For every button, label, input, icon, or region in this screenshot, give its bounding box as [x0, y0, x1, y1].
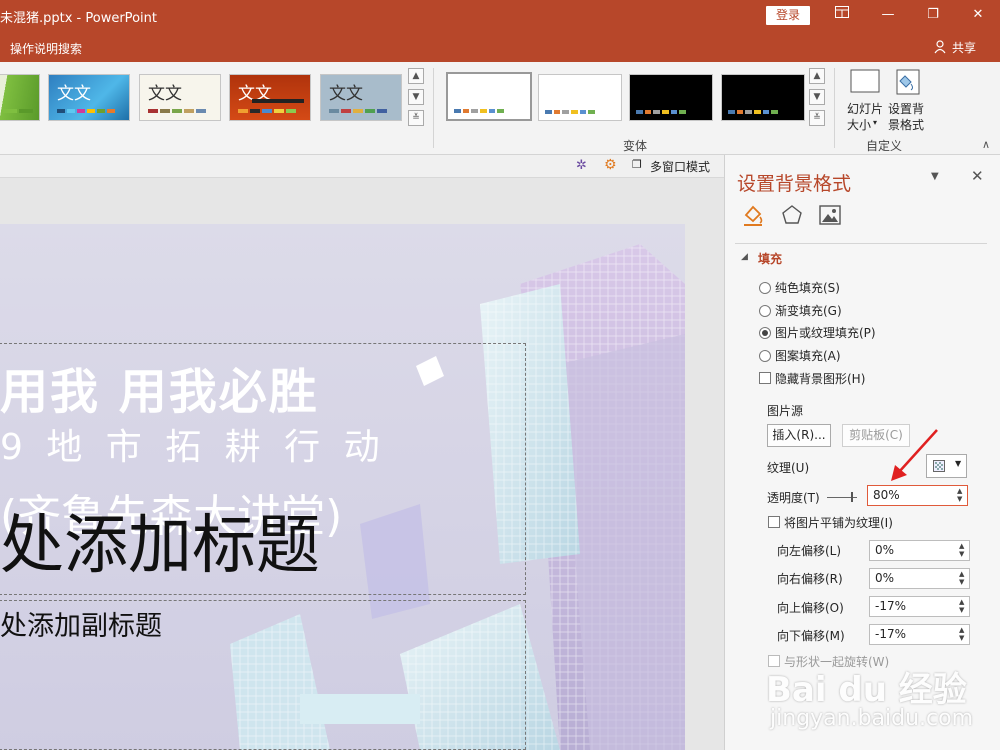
tell-me-search[interactable]: 操作说明搜索 [10, 40, 82, 57]
format-background-pane: 设置背景格式 ▼ ✕ ◢ 填充 纯色填充(S) 渐变填充(G) 图片或纹理填充(… [724, 155, 1000, 750]
baidu-watermark-logo: Bai du 经验 [766, 670, 967, 710]
format-background-icon [896, 69, 920, 95]
hide-bg-graphics-checkbox[interactable] [759, 372, 771, 384]
theme-thumb-2[interactable]: 文文 [48, 74, 130, 121]
login-button[interactable]: 登录 [766, 6, 810, 25]
insert-picture-button[interactable]: 插入(R)... [767, 424, 831, 447]
pane-title: 设置背景格式 [737, 173, 852, 195]
offset-right-label: 向右偏移(R) [777, 572, 843, 586]
ribbon-separator [834, 68, 835, 148]
offset-bottom-input[interactable]: -17% ▲ ▼ [869, 624, 970, 645]
transparency-slider-thumb[interactable] [851, 492, 853, 502]
pattern-fill-label[interactable]: 图案填充(A) [775, 347, 841, 364]
pane-options-icon[interactable]: ▼ [931, 171, 939, 182]
themes-scroll-up-icon[interactable]: ▲ [408, 68, 424, 84]
settings-gear-icon[interactable]: ⚙ [604, 157, 617, 173]
fill-section-header[interactable]: 填充 [758, 250, 782, 267]
ribbon-separator [433, 68, 434, 148]
theme-thumb-5[interactable]: 文文 [320, 74, 402, 121]
minimize-button[interactable]: — [876, 5, 900, 25]
fill-tab-icon[interactable] [741, 203, 765, 230]
designer-icon[interactable]: ✲ [576, 158, 587, 173]
ribbon: 文文 文文 文文 文文 ▲ ▼ ≚ ▲ ▼ ≚ 变体 幻灯片 大小 ▾ 设置背 … [0, 62, 1000, 155]
picture-fill-radio[interactable] [759, 327, 771, 339]
customize-group-label: 自定义 [866, 139, 903, 153]
collapse-ribbon-icon[interactable]: ∧ [982, 138, 990, 151]
share-button[interactable]: 共享 [952, 39, 976, 56]
transparency-label: 透明度(T) [767, 491, 820, 505]
texture-label: 纹理(U) [767, 461, 810, 475]
variant-thumb-4[interactable] [721, 74, 805, 121]
tile-picture-checkbox[interactable] [768, 516, 780, 528]
picture-fill-label[interactable]: 图片或纹理填充(P) [775, 324, 876, 341]
window-title: 未混猪.pptx - PowerPoint [0, 11, 157, 26]
multiwindow-mode-button[interactable]: 多窗口模式 [650, 158, 710, 175]
tell-me-bar: 操作说明搜索 共享 [0, 32, 1000, 62]
format-background-button[interactable]: 设置背 景格式 [888, 66, 928, 132]
slide-canvas[interactable]: 用我 用我必胜 9 地 市 拓 耕 行 动 (齐鲁先森大讲堂) 处添加标题 处添… [0, 224, 685, 750]
pane-close-icon[interactable]: ✕ [971, 167, 984, 185]
gradient-fill-radio[interactable] [759, 305, 771, 317]
hide-bg-graphics-label[interactable]: 隐藏背景图形(H) [775, 370, 865, 387]
baidu-watermark-url: jingyan.baidu.com [770, 706, 974, 731]
ribbon-display-icon[interactable] [830, 5, 854, 25]
offset-top-label: 向上偏移(O) [777, 601, 844, 615]
subtitle-placeholder[interactable]: 处添加副标题 [0, 604, 162, 643]
variants-scroll-up-icon[interactable]: ▲ [809, 68, 825, 84]
restore-button[interactable]: ❐ [921, 5, 945, 25]
tile-picture-label[interactable]: 将图片平铺为纹理(I) [784, 514, 893, 531]
themes-scroll-down-icon[interactable]: ▼ [408, 89, 424, 105]
user-icon [934, 40, 947, 57]
solid-fill-radio[interactable] [759, 282, 771, 294]
variant-thumb-2[interactable] [538, 74, 622, 121]
multiwindow-icon[interactable]: ❐ [632, 158, 642, 171]
slide-size-button[interactable]: 幻灯片 大小 ▾ [847, 66, 883, 132]
fill-section-collapse-icon[interactable]: ◢ [741, 252, 748, 262]
offset-left-label: 向左偏移(L) [777, 544, 842, 558]
variant-thumb-1[interactable] [446, 72, 532, 121]
effects-tab-icon[interactable] [781, 204, 803, 229]
red-arrow-annotation [891, 429, 938, 481]
offset-left-input[interactable]: 0% ▲ ▼ [869, 540, 970, 561]
view-toolbar: ✲ ⚙ ❐ 多窗口模式 [0, 155, 724, 178]
slide-size-icon [850, 69, 880, 93]
variants-group-label: 变体 [623, 139, 648, 153]
pattern-fill-radio[interactable] [759, 350, 771, 362]
solid-fill-label[interactable]: 纯色填充(S) [775, 279, 840, 296]
offset-right-input[interactable]: 0% ▲ ▼ [869, 568, 970, 589]
offset-top-input[interactable]: -17% ▲ ▼ [869, 596, 970, 617]
variant-thumb-3[interactable] [629, 74, 713, 121]
theme-thumb-1[interactable] [0, 74, 40, 121]
variants-scroll-down-icon[interactable]: ▼ [809, 89, 825, 105]
picture-tab-icon[interactable] [819, 205, 841, 228]
theme-thumb-4[interactable]: 文文 [229, 74, 311, 121]
gradient-fill-label[interactable]: 渐变填充(G) [775, 302, 842, 319]
variants-more-icon[interactable]: ≚ [809, 110, 825, 126]
title-bar: 未混猪.pptx - PowerPoint 登录 — ❐ ✕ [0, 0, 1000, 32]
themes-more-icon[interactable]: ≚ [408, 110, 424, 126]
picture-source-label: 图片源 [767, 404, 804, 418]
title-placeholder[interactable]: 处添加标题 [0, 494, 320, 586]
offset-bottom-label: 向下偏移(M) [777, 629, 845, 643]
pane-divider [735, 243, 987, 244]
theme-thumb-3[interactable]: 文文 [139, 74, 221, 121]
close-button[interactable]: ✕ [966, 5, 990, 25]
transparency-input[interactable]: 80% ▲ ▼ [867, 485, 968, 506]
